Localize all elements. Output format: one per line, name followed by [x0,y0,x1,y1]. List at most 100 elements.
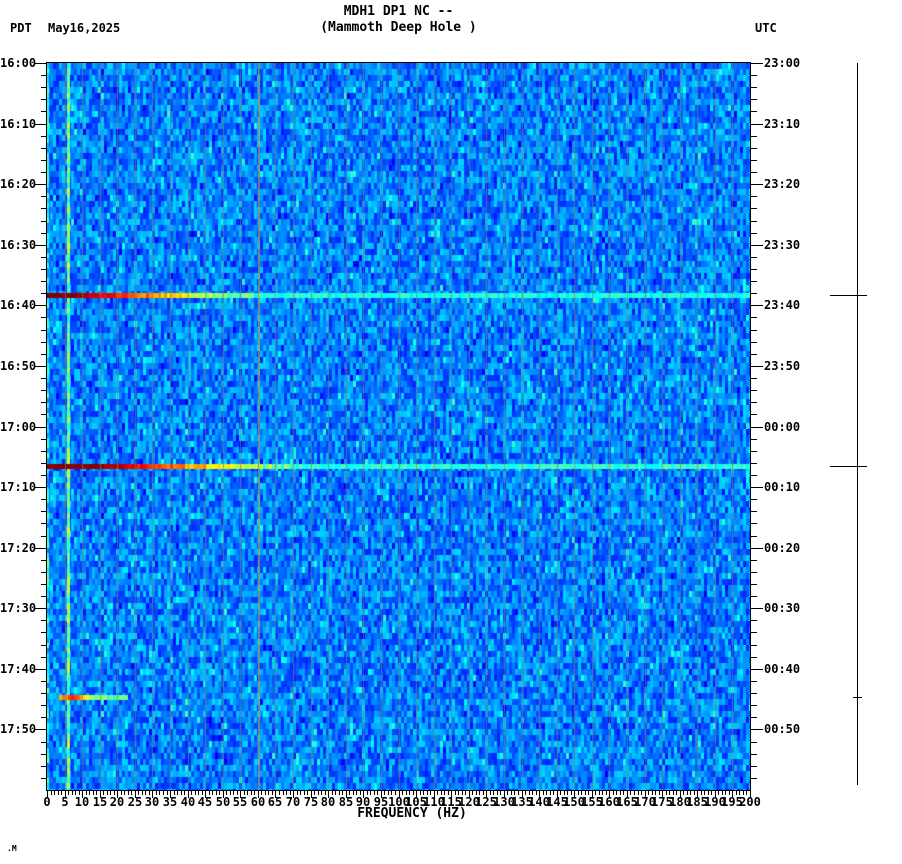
y-left-tick [41,499,47,500]
x-tick [472,791,473,795]
x-tick [349,791,350,795]
x-tick [300,791,301,795]
y-right-tick [751,657,757,658]
amplitude-event-marker [830,466,867,467]
x-tick [212,791,213,795]
y-right-tick [751,754,757,755]
y-left-tick [35,184,47,185]
x-tick [420,791,421,795]
y-right-tick [751,184,763,185]
x-tick [718,791,719,795]
y-left-tick [41,148,47,149]
x-tick [507,791,508,795]
y-right-tick [751,475,757,476]
x-tick [683,791,684,795]
y-right-tick-label: 23:40 [764,298,801,312]
x-tick [58,791,59,795]
x-tick [124,791,125,795]
timezone-left-label: PDT [10,21,32,35]
x-tick [195,791,196,795]
y-left-tick-label: 16:20 [0,177,37,191]
y-right-tick [751,681,757,682]
y-right-tick [751,342,757,343]
y-right-tick [751,233,757,234]
y-right-tick [751,427,763,428]
x-tick [332,791,333,795]
y-left-tick [35,487,47,488]
y-left-tick [41,439,47,440]
spectrogram-canvas [47,63,750,790]
y-right-tick [751,354,757,355]
x-tick [595,791,596,795]
y-right-tick [751,669,763,670]
x-tick [107,791,108,795]
plot-frame [46,62,751,791]
y-right-tick [751,281,757,282]
y-left-tick [41,451,47,452]
y-right-tick [751,124,763,125]
page-subtitle: (Mammoth Deep Hole ) [320,20,477,35]
y-right-tick [751,608,763,609]
y-left-tick [41,693,47,694]
x-tick [265,791,266,795]
y-right-tick [751,293,757,294]
y-left-tick [41,463,47,464]
y-left-tick [41,402,47,403]
y-left-tick-label: 17:10 [0,480,37,494]
y-left-tick [41,475,47,476]
x-axis-title: FREQUENCY (HZ) [357,806,467,821]
x-tick [230,791,231,795]
y-right-tick-label: 00:00 [764,420,801,434]
y-right-tick [751,208,757,209]
y-left-tick [41,657,47,658]
y-left-tick-label: 17:30 [0,601,37,615]
y-right-tick [751,390,757,391]
x-tick [314,791,315,795]
y-left-tick [41,330,47,331]
y-right-tick [751,487,763,488]
y-right-tick [751,160,757,161]
x-tick [648,791,649,795]
x-tick [490,791,491,795]
y-left-tick [41,754,47,755]
y-left-tick-label: 17:20 [0,541,37,555]
y-right-tick [751,196,757,197]
x-tick [121,791,122,795]
page-title: MDH1 DP1 NC -- [343,4,454,19]
y-left-tick [41,766,47,767]
x-tick [543,791,544,795]
y-left-tick [41,620,47,621]
y-right-tick [751,111,757,112]
spectrogram-page: PDT May16,2025 MDH1 DP1 NC -- (Mammoth D… [0,0,902,864]
y-right-tick [751,742,757,743]
y-right-tick [751,548,763,549]
y-right-tick [751,499,757,500]
x-tick [455,791,456,795]
y-right-tick [751,148,757,149]
amplitude-scale-bar [857,63,858,785]
y-left-tick [41,511,47,512]
y-left-tick [41,269,47,270]
y-right-tick [751,378,757,379]
y-right-tick [751,172,757,173]
y-left-tick-label: 17:50 [0,722,37,736]
y-left-tick [41,378,47,379]
y-left-tick [41,196,47,197]
x-tick [156,791,157,795]
x-tick [174,791,175,795]
x-tick [86,791,87,795]
y-left-tick [41,742,47,743]
y-left-tick [35,366,47,367]
x-tick [318,791,319,795]
y-left-tick [41,342,47,343]
y-right-tick-label: 00:40 [764,662,801,676]
y-right-tick [751,245,763,246]
y-left-tick [41,705,47,706]
y-left-tick [41,99,47,100]
x-tick [72,791,73,795]
y-left-tick [41,293,47,294]
y-right-tick [751,87,757,88]
y-left-tick [41,632,47,633]
x-tick [560,791,561,795]
y-left-tick [41,414,47,415]
